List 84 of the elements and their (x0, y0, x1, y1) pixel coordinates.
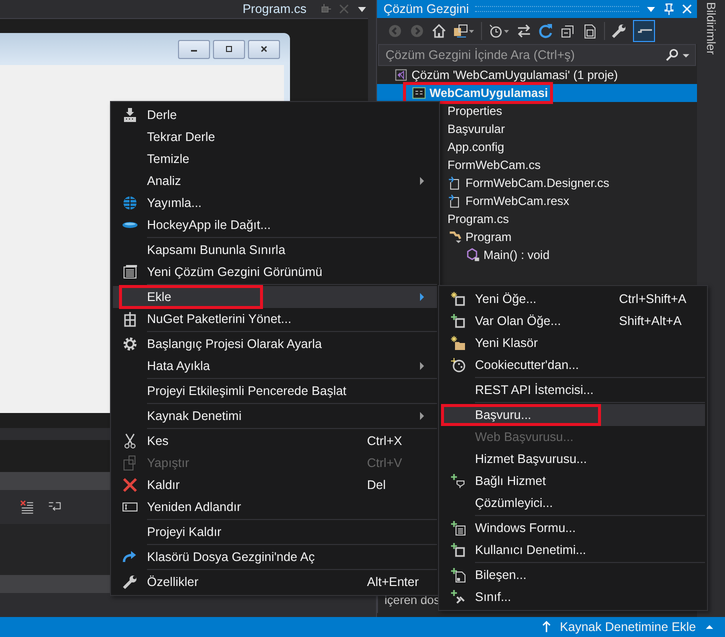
menu-item[interactable]: Cookiecutter'dan... (441, 354, 705, 376)
add-item-icon (450, 542, 466, 558)
clear-list-icon[interactable] (20, 500, 34, 514)
wrench-icon (122, 574, 138, 590)
delete-icon (122, 477, 138, 493)
menu-item[interactable]: Yeni Öğe... Ctrl+Shift+A (441, 288, 705, 310)
menu-item[interactable]: Tekrar Derle (113, 126, 437, 148)
globe-icon (122, 195, 138, 211)
menu-item[interactable]: Projeyi Etkileşimli Pencerede Başlat (113, 380, 437, 402)
shortcut-text: Alt+Enter (367, 575, 420, 589)
maximize-button[interactable] (213, 40, 245, 58)
palette-icon (450, 357, 466, 373)
menu-item[interactable]: Klasörü Dosya Gezgini'nde Aç (113, 546, 437, 568)
shortcut-text: Ctrl+X (367, 434, 404, 448)
up-arrow-icon[interactable] (540, 621, 552, 633)
menu-item[interactable]: REST API İstemcisi... (441, 379, 705, 401)
menu-item[interactable]: Başvuru... (441, 404, 705, 426)
menu-item[interactable]: Kaynak Denetimi (113, 405, 437, 427)
settings-icon (122, 336, 138, 352)
menu-item[interactable]: Hata Ayıkla (113, 355, 437, 377)
menu-item[interactable]: Yeni Çözüm Gezgini Görünümü (113, 261, 437, 283)
add-form-icon (450, 520, 466, 536)
package-icon (122, 311, 138, 327)
preview-icon (636, 29, 652, 33)
scissors-icon (122, 433, 138, 449)
menu-item[interactable]: Derle (113, 104, 437, 126)
new-item-icon (450, 291, 466, 307)
side-tab[interactable]: Bildirimler (704, 2, 718, 55)
menu-item[interactable]: Kes Ctrl+X (113, 430, 437, 452)
pin-icon[interactable] (663, 3, 676, 15)
class-icon (448, 230, 462, 244)
build-icon (122, 107, 138, 123)
menu-item[interactable]: Kaldır Del (113, 474, 437, 496)
home-icon[interactable] (431, 23, 448, 39)
shortcut-text: Shift+Alt+A (619, 314, 683, 328)
add-item-icon (450, 313, 466, 329)
window-list-icon (122, 264, 138, 280)
history-icon[interactable] (488, 23, 510, 39)
menu-item[interactable]: NuGet Paketlerini Yönet... (113, 308, 437, 330)
clipboard-icon (122, 455, 138, 471)
menu-item[interactable]: Yeni Klasör (441, 332, 705, 354)
source-control-button[interactable]: Kaynak Denetimine Ekle (560, 620, 696, 634)
tree-item[interactable]: Çözüm 'WebCamUygulamasi' (1 proje) (377, 66, 698, 84)
project-icon (412, 86, 426, 100)
close-button[interactable] (248, 40, 280, 58)
menu-item[interactable]: Bağlı Hizmet (441, 470, 705, 492)
menu-item[interactable]: Sınıf... (441, 586, 705, 608)
menu-item[interactable]: Hizmet Başvurusu... (441, 448, 705, 470)
shortcut-text: Ctrl+Shift+A (619, 292, 688, 306)
shortcut-text: Ctrl+V (367, 456, 404, 470)
close-icon (258, 45, 270, 53)
maximize-icon (223, 45, 235, 53)
menu-item[interactable]: Çözümleyici... (441, 492, 705, 514)
shortcut-text: Del (367, 478, 387, 492)
collapse-all-icon[interactable] (560, 23, 576, 39)
add-class-icon (450, 589, 466, 605)
add-component-icon (450, 567, 466, 583)
solution-icon (394, 68, 408, 82)
menu-item[interactable]: Yeniden Adlandır (113, 496, 437, 518)
preview-toggle[interactable] (633, 20, 656, 42)
show-all-files-icon[interactable] (582, 23, 598, 39)
menu-item[interactable]: Bileşen... (441, 564, 705, 586)
search-icon[interactable] (665, 48, 680, 62)
wrench-icon[interactable] (611, 23, 628, 39)
menu-item[interactable]: Var Olan Öğe... Shift+Alt+A (441, 310, 705, 332)
document-tab[interactable]: Program.cs (242, 2, 306, 16)
search-field[interactable]: Çözüm Gezgini İçinde Ara (Ctrl+ş) (378, 44, 696, 66)
menu-item[interactable]: Windows Formu... (441, 517, 705, 539)
plug-icon (450, 473, 466, 489)
new-folder-icon (450, 335, 466, 351)
menu-item[interactable]: Kullanıcı Denetimi... (441, 539, 705, 561)
menu-item[interactable]: Ekle (113, 286, 437, 308)
sync-icon[interactable] (453, 23, 476, 39)
menu-item[interactable]: Başlangıç Projesi Olarak Ayarla (113, 333, 437, 355)
swap-arrows-icon[interactable] (516, 23, 532, 39)
pin-icon[interactable] (320, 3, 332, 15)
panel-title: Çözüm Gezgini (383, 2, 469, 16)
tree-item[interactable]: WebCamUygulamasi (377, 84, 698, 102)
menu-item[interactable]: Özellikler Alt+Enter (113, 571, 437, 593)
redo-arrow-icon (122, 549, 138, 565)
menu-item[interactable]: Projeyi Kaldır (113, 521, 437, 543)
refresh-icon[interactable] (538, 23, 554, 39)
menu-item[interactable]: Temizle (113, 148, 437, 170)
method-icon (466, 248, 480, 262)
